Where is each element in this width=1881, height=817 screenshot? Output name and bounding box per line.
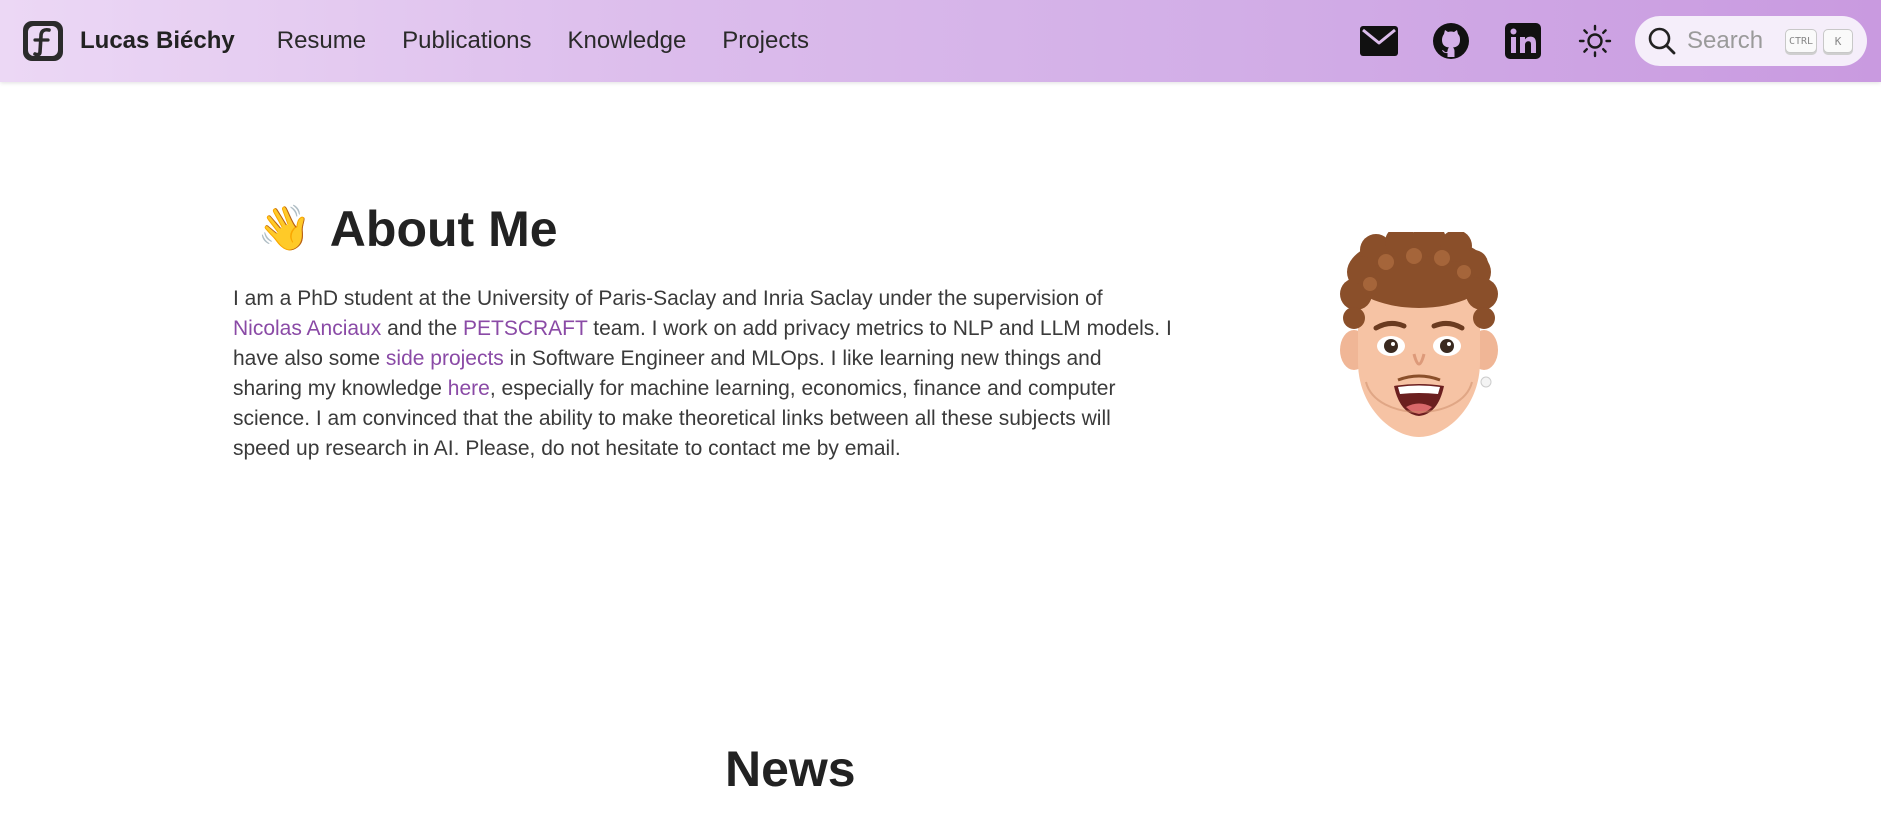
github-link[interactable]	[1431, 21, 1471, 61]
top-navbar: Lucas Biéchy Resume Publications Knowled…	[0, 0, 1881, 82]
team-link[interactable]: PETSCRAFT	[463, 317, 587, 340]
bio-text: I am a PhD student at the University of …	[233, 287, 1103, 310]
search-input[interactable]: Search CTRL K	[1635, 16, 1867, 66]
search-icon	[1648, 27, 1676, 55]
sun-icon	[1578, 24, 1612, 58]
nav-link-publications[interactable]: Publications	[402, 27, 531, 55]
shortcut-key-ctrl: CTRL	[1785, 29, 1817, 53]
bio-text: and the	[381, 317, 463, 340]
about-heading: About Me	[329, 201, 558, 257]
site-name: Lucas Biéchy	[80, 27, 235, 54]
about-section: 👋 About Me I am a PhD student at the Uni…	[233, 200, 1173, 464]
linkedin-icon	[1505, 23, 1541, 59]
waving-hand-icon: 👋	[257, 204, 312, 253]
nav-link-resume[interactable]: Resume	[277, 27, 366, 55]
about-title-row: 👋 About Me	[257, 200, 1173, 258]
nav-link-knowledge[interactable]: Knowledge	[568, 27, 687, 55]
navbar-actions: Search CTRL K	[1359, 0, 1867, 82]
email-icon	[1360, 26, 1398, 56]
search-placeholder: Search	[1687, 27, 1764, 54]
site-logo-icon	[23, 21, 63, 61]
linkedin-link[interactable]	[1503, 21, 1543, 61]
news-heading: News	[725, 741, 856, 797]
avatar	[1340, 232, 1498, 437]
main-nav: Resume Publications Knowledge Projects	[277, 27, 845, 55]
theme-toggle-button[interactable]	[1575, 21, 1615, 61]
shortcut-key-k: K	[1823, 29, 1853, 53]
site-brand[interactable]: Lucas Biéchy	[22, 20, 235, 62]
knowledge-link[interactable]: here	[448, 377, 490, 400]
email-link[interactable]	[1359, 21, 1399, 61]
github-icon	[1433, 23, 1469, 59]
about-bio: I am a PhD student at the University of …	[233, 284, 1173, 464]
supervisor-link[interactable]: Nicolas Anciaux	[233, 317, 381, 340]
side-projects-link[interactable]: side projects	[386, 347, 504, 370]
nav-link-projects[interactable]: Projects	[722, 27, 809, 55]
